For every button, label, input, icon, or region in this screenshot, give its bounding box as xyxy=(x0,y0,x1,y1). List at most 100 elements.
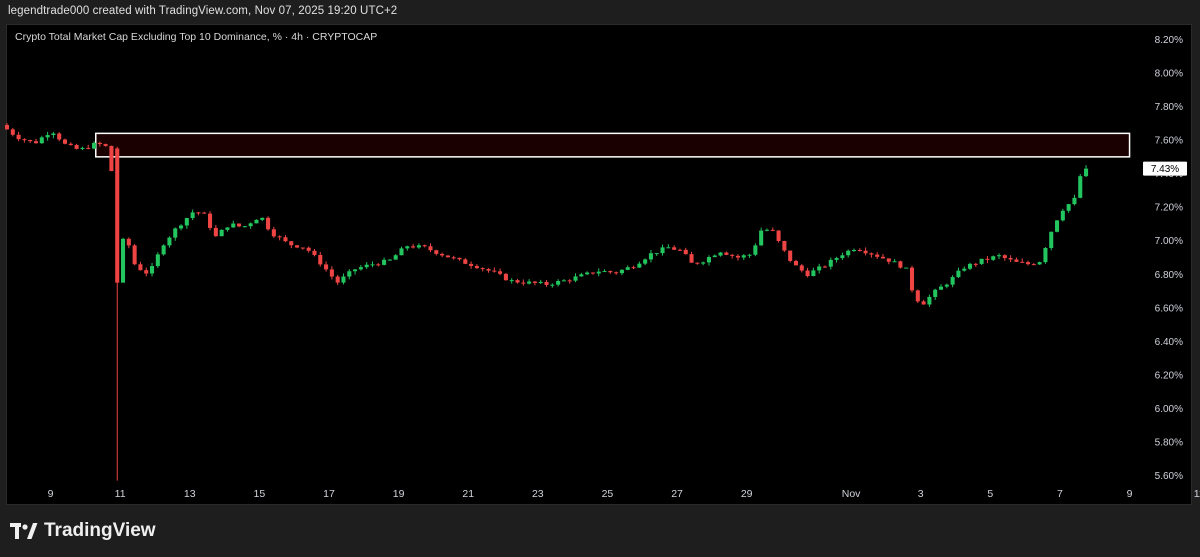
candle-body xyxy=(39,137,44,144)
y-axis-tick-label: 7.80% xyxy=(1155,102,1183,113)
candle-body xyxy=(544,281,549,285)
x-axis-tick-label: 5 xyxy=(987,488,993,500)
candle-body xyxy=(480,268,485,270)
candle-body xyxy=(956,270,961,278)
candle-body xyxy=(1084,168,1089,177)
candle-body xyxy=(666,247,671,249)
x-axis-tick-label: Nov xyxy=(842,488,861,500)
x-axis-tick-label: 15 xyxy=(254,488,266,500)
candle-body xyxy=(590,272,595,274)
candle-body xyxy=(341,276,346,283)
candle-body xyxy=(672,247,677,250)
candle-body xyxy=(1072,197,1077,205)
candle-body xyxy=(306,247,311,251)
candle-body xyxy=(347,271,352,277)
candle-body xyxy=(237,223,242,227)
candle-body xyxy=(840,255,845,259)
candle-body xyxy=(1026,262,1031,265)
candle-body xyxy=(1020,261,1025,263)
candle-body xyxy=(405,246,410,249)
candle-body xyxy=(585,272,590,275)
candle-body xyxy=(527,281,532,284)
candle-body xyxy=(179,225,184,229)
candle-body xyxy=(260,217,265,220)
candle-body xyxy=(962,268,967,271)
x-axis-tick-label: 3 xyxy=(918,488,924,500)
candle-body xyxy=(782,240,787,251)
candle-body xyxy=(1060,210,1065,221)
x-axis-tick-label: 13 xyxy=(184,488,196,500)
candle-body xyxy=(486,269,491,271)
candle-body xyxy=(602,271,607,273)
candle-body xyxy=(474,265,479,269)
candle-body xyxy=(631,267,636,269)
candle-body xyxy=(834,258,839,260)
y-axis-tick-label: 5.60% xyxy=(1155,471,1183,482)
candle-body xyxy=(921,301,926,305)
candle-body xyxy=(793,260,799,266)
y-axis-tick-label: 6.60% xyxy=(1155,303,1183,314)
chart-title: Crypto Total Market Cap Excluding Top 10… xyxy=(15,31,378,43)
x-axis-tick-label: 19 xyxy=(393,488,405,500)
candle-body xyxy=(654,253,659,255)
candle-body xyxy=(747,254,752,256)
candle-body xyxy=(387,259,392,261)
y-axis-tick-label: 7.60% xyxy=(1155,136,1183,147)
candle-body xyxy=(892,261,897,263)
candle-body xyxy=(712,255,717,258)
candle-body xyxy=(428,246,433,251)
candle-body xyxy=(457,257,462,260)
candle-body xyxy=(4,124,10,130)
candle-body xyxy=(74,144,79,149)
x-axis-tick-label: 9 xyxy=(1127,488,1133,500)
candle-body xyxy=(567,280,572,282)
candle-body xyxy=(509,280,514,282)
candle-body xyxy=(126,238,131,246)
x-axis-tick-label: 29 xyxy=(741,488,753,500)
candle-body xyxy=(492,270,497,272)
candle-body xyxy=(1014,259,1019,262)
candle-body xyxy=(463,259,468,264)
candle-body xyxy=(422,245,427,247)
price-chart[interactable]: 8.20%8.00%7.80%7.60%7.40%7.20%7.00%6.80%… xyxy=(0,0,1200,557)
candle-body xyxy=(271,229,276,237)
candle-body xyxy=(573,276,578,281)
candle-body xyxy=(851,250,857,252)
x-axis-tick-label: 9 xyxy=(48,488,54,500)
candle-body xyxy=(440,253,445,256)
candle-body xyxy=(51,133,56,136)
candle-body xyxy=(1049,231,1054,249)
candle-body xyxy=(915,290,920,302)
candle-body xyxy=(411,246,416,248)
candle-body xyxy=(869,253,874,255)
candle-body xyxy=(213,227,218,237)
candle-body xyxy=(445,255,450,258)
candle-body xyxy=(880,256,886,259)
candle-body xyxy=(828,259,833,267)
candle-body xyxy=(637,263,642,268)
x-axis-tick-label: 27 xyxy=(671,488,683,500)
candle-body xyxy=(683,249,688,255)
candle-body xyxy=(979,258,984,264)
resistance-zone-box xyxy=(95,132,1131,158)
candle-body xyxy=(97,142,102,145)
candle-body xyxy=(817,266,822,271)
candle-body xyxy=(335,276,340,283)
y-axis-tick-label: 7.20% xyxy=(1155,203,1183,214)
candle-body xyxy=(329,269,334,277)
candle-body xyxy=(967,263,973,269)
candle-body xyxy=(701,262,706,264)
candle-body xyxy=(933,289,938,297)
y-axis-tick-label: 5.80% xyxy=(1155,438,1183,449)
candle-body xyxy=(724,252,729,255)
candle-body xyxy=(22,139,27,141)
candle-body xyxy=(886,258,891,262)
candle-body xyxy=(596,271,601,274)
candle-body xyxy=(370,264,375,266)
candle-body xyxy=(741,255,746,258)
candle-body xyxy=(289,241,294,246)
candle-body xyxy=(991,256,996,260)
candle-body xyxy=(120,238,126,283)
candle-body xyxy=(764,229,770,231)
x-axis-tick-label: 7 xyxy=(1057,488,1063,500)
